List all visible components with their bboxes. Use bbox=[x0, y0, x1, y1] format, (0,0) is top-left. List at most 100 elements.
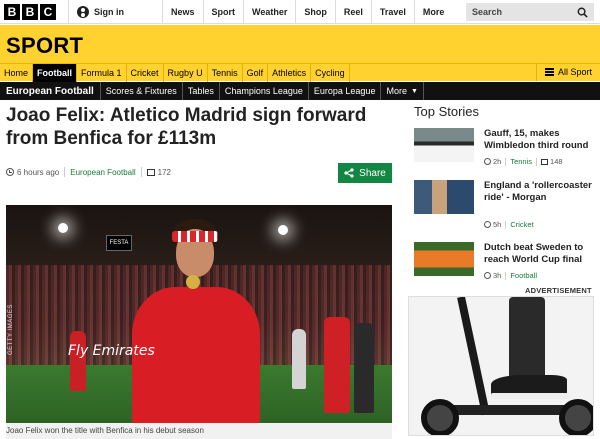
sport-tab-football[interactable]: Football bbox=[33, 63, 78, 82]
bbc-logo[interactable]: B B C bbox=[4, 3, 56, 20]
share-icon bbox=[344, 168, 354, 178]
top-story-item[interactable]: Dutch beat Sweden to reach World Cup fin… bbox=[414, 242, 594, 290]
story-meta: 3h Football bbox=[484, 271, 537, 280]
sport-tab-home[interactable]: Home bbox=[0, 63, 34, 82]
article-headline: Joao Felix: Atletico Madrid sign forward… bbox=[6, 105, 367, 149]
chevron-down-icon: ▼ bbox=[410, 87, 418, 95]
subnav-section-title[interactable]: European Football bbox=[0, 82, 101, 100]
all-sport-label: All Sport bbox=[557, 67, 592, 77]
top-stories-heading: Top Stories bbox=[414, 104, 480, 119]
sport-tab-cricket[interactable]: Cricket bbox=[127, 63, 164, 82]
background-person bbox=[70, 331, 86, 391]
advert-leg bbox=[509, 297, 545, 379]
player-headband bbox=[172, 231, 218, 242]
advertisement-label: ADVERTISEMENT bbox=[525, 286, 592, 295]
comment-icon bbox=[541, 158, 549, 165]
share-label: Share bbox=[359, 167, 386, 179]
story-title: England a 'rollercoaster ride' - Morgan bbox=[484, 180, 592, 203]
top-story-item[interactable]: Gauff, 15, makes Wimbledon third round 2… bbox=[414, 128, 594, 176]
subnav-tables[interactable]: Tables bbox=[183, 82, 220, 100]
story-time: 2h bbox=[493, 157, 502, 166]
top-nav-reel[interactable]: Reel bbox=[334, 0, 371, 24]
user-icon bbox=[77, 5, 89, 18]
clock-icon bbox=[6, 168, 14, 176]
comment-count[interactable]: 172 bbox=[158, 168, 171, 177]
image-caption: Joao Felix won the title with Benfica in… bbox=[6, 426, 204, 435]
story-title: Dutch beat Sweden to reach World Cup fin… bbox=[484, 242, 584, 265]
image-credit: GETTY IMAGES bbox=[8, 304, 14, 355]
sport-tab-formula-1[interactable]: Formula 1 bbox=[77, 63, 127, 82]
top-nav-travel[interactable]: Travel bbox=[370, 0, 414, 24]
sign-in-label: Sign in bbox=[94, 6, 124, 17]
sport-header: SPORT bbox=[0, 25, 600, 63]
top-nav-weather[interactable]: Weather bbox=[243, 0, 295, 24]
subnav-more[interactable]: More ▼ bbox=[381, 82, 424, 100]
scooter-pole bbox=[457, 297, 490, 416]
scooter-wheel bbox=[559, 399, 593, 435]
search-input[interactable]: Search bbox=[466, 3, 594, 21]
floodlight bbox=[278, 225, 288, 235]
top-nav-shop[interactable]: Shop bbox=[295, 0, 335, 24]
medal-icon bbox=[186, 275, 200, 289]
sport-nav: Home Football Formula 1 Cricket Rugby U … bbox=[0, 63, 600, 82]
advertisement-banner[interactable] bbox=[408, 296, 594, 436]
clock-icon bbox=[484, 158, 491, 165]
menu-icon bbox=[544, 68, 554, 76]
story-title: Gauff, 15, makes Wimbledon third round bbox=[484, 128, 589, 151]
story-time: 5h bbox=[493, 220, 502, 229]
divider bbox=[536, 157, 538, 166]
story-thumbnail bbox=[414, 242, 474, 276]
article-hero-image: FESTA Fly Emirates GETTY IMAGES bbox=[6, 205, 392, 423]
top-nav: News Sport Weather Shop Reel Travel More… bbox=[162, 0, 498, 24]
football-subnav: European Football Scores & Fixtures Tabl… bbox=[0, 82, 600, 100]
bbc-logo-letter: B bbox=[22, 3, 38, 20]
story-meta: 2h Tennis 148 bbox=[484, 157, 563, 166]
divider bbox=[505, 220, 507, 229]
all-sport-button[interactable]: All Sport bbox=[535, 63, 592, 81]
clock-icon bbox=[484, 272, 491, 279]
subnav-europa-league[interactable]: Europa League bbox=[309, 82, 382, 100]
share-button[interactable]: Share bbox=[338, 163, 392, 183]
sport-tab-rugby-union[interactable]: Rugby U bbox=[164, 63, 208, 82]
story-section-link[interactable]: Football bbox=[510, 271, 537, 280]
player-figure bbox=[120, 215, 260, 423]
story-comment-count: 148 bbox=[550, 157, 563, 166]
search-placeholder: Search bbox=[472, 7, 503, 17]
article-timestamp: 6 hours ago bbox=[17, 167, 60, 177]
story-time: 3h bbox=[493, 271, 502, 280]
sport-tab-athletics[interactable]: Athletics bbox=[268, 63, 312, 82]
background-person bbox=[354, 323, 374, 413]
top-nav-news[interactable]: News bbox=[162, 0, 203, 24]
story-section-link[interactable]: Tennis bbox=[510, 157, 532, 166]
bbc-logo-letter: B bbox=[4, 3, 20, 20]
subnav-more-label: More bbox=[386, 86, 407, 96]
shirt-sponsor: Fly Emirates bbox=[68, 343, 155, 359]
advert-shoe-sole bbox=[491, 393, 569, 399]
article-meta: 6 hours ago European Football 172 bbox=[6, 167, 171, 177]
sign-in-link[interactable]: Sign in bbox=[68, 0, 162, 24]
bbc-logo-letter: C bbox=[40, 3, 56, 20]
divider bbox=[505, 271, 507, 280]
divider bbox=[505, 157, 507, 166]
subnav-scores-fixtures[interactable]: Scores & Fixtures bbox=[101, 82, 183, 100]
story-thumbnail bbox=[414, 128, 474, 162]
story-meta: 5h Cricket bbox=[484, 220, 534, 229]
sport-tab-cycling[interactable]: Cycling bbox=[311, 63, 350, 82]
sport-tab-golf[interactable]: Golf bbox=[243, 63, 269, 82]
sport-tab-tennis[interactable]: Tennis bbox=[208, 63, 243, 82]
top-story-item[interactable]: England a 'rollercoaster ride' - Morgan … bbox=[414, 180, 594, 229]
divider bbox=[140, 167, 142, 177]
article-section-link[interactable]: European Football bbox=[70, 168, 135, 177]
background-person bbox=[324, 317, 350, 413]
top-nav-sport[interactable]: Sport bbox=[202, 0, 244, 24]
story-thumbnail bbox=[414, 180, 474, 214]
subnav-champions-league[interactable]: Champions League bbox=[220, 82, 309, 100]
scooter-wheel bbox=[421, 399, 459, 435]
top-nav-more-label: More bbox=[422, 6, 445, 17]
sport-title[interactable]: SPORT bbox=[6, 33, 83, 59]
floodlight bbox=[58, 223, 68, 233]
bbc-top-bar: B B C Sign in News Sport Weather Shop Re… bbox=[0, 0, 600, 24]
story-section-link[interactable]: Cricket bbox=[510, 220, 533, 229]
clock-icon bbox=[484, 221, 491, 228]
divider bbox=[64, 167, 66, 177]
